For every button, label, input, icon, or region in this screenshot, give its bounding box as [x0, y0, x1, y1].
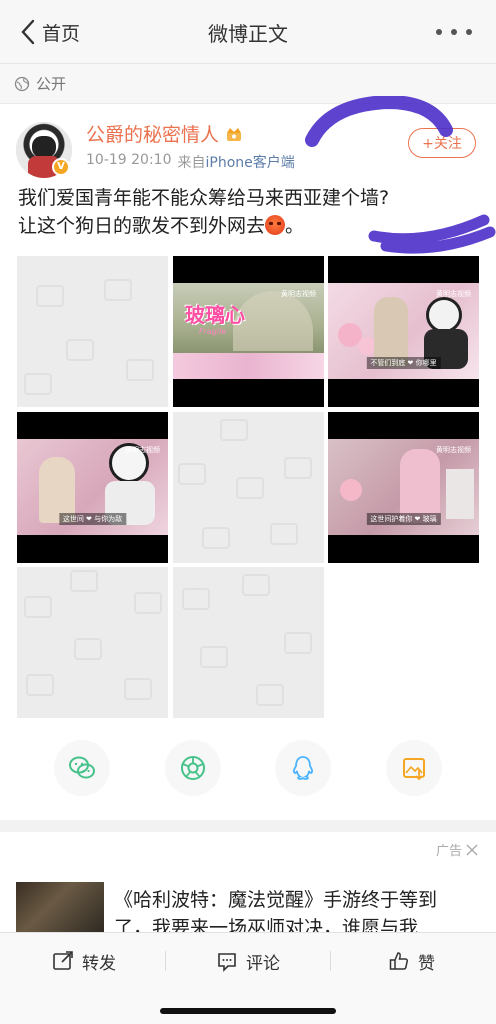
- save-image-button[interactable]: [386, 740, 442, 796]
- verified-badge-icon: V: [52, 158, 70, 176]
- image-grid: 玻璃心 Fragile 黄明志视频 黄明志视频 不管们到底 ❤ 你哪里 黄明志视…: [17, 256, 479, 718]
- image-placeholder-icon: [24, 279, 154, 395]
- page-title: 微博正文: [208, 22, 288, 46]
- divider: [165, 951, 166, 971]
- image-placeholder[interactable]: [173, 412, 324, 563]
- image-placeholder-icon: [182, 574, 312, 706]
- like-label: 赞: [418, 953, 435, 974]
- comment-button[interactable]: 评论: [216, 947, 280, 975]
- image-placeholder[interactable]: [17, 567, 168, 718]
- video-caption: 这世间护着你 ❤ 玻璃: [366, 513, 441, 525]
- video-frame-2[interactable]: 黄明志视频 不管们到底 ❤ 你哪里: [328, 256, 479, 407]
- video-watermark: 黄明志视频: [281, 290, 316, 298]
- image-placeholder-icon: [178, 419, 312, 549]
- image-placeholder[interactable]: [173, 567, 324, 718]
- post-source[interactable]: iPhone客户端: [205, 152, 294, 172]
- visibility-label: 公开: [36, 75, 67, 93]
- post-text-line2: 让这个狗日的歌发不到外网去。: [18, 215, 305, 237]
- repost-icon: [53, 951, 73, 970]
- video-watermark: 黄明志视频: [125, 446, 160, 454]
- dot-icon: [466, 29, 472, 35]
- save-image-icon: [403, 758, 425, 781]
- weibo-post: V 公爵的秘密情人 10-19 20:10 来自 iPhone客户端 +关注 我…: [0, 96, 496, 820]
- video-title-text: 玻璃心: [185, 303, 245, 327]
- angry-face-emoji-icon: [265, 215, 286, 235]
- username-text: 公爵的秘密情人: [86, 124, 220, 146]
- image-placeholder-icon: [24, 570, 162, 700]
- moments-icon: [181, 756, 205, 780]
- video-caption: 不管们到底 ❤ 你哪里: [366, 357, 441, 369]
- post-text-line1: 我们爱国青年能不能众筹给马来西亚建个墙?: [18, 187, 390, 209]
- dot-icon: [451, 29, 457, 35]
- share-qq-button[interactable]: [275, 740, 331, 796]
- ad-thumbnail[interactable]: [16, 882, 104, 938]
- bottom-action-bar: 转发 评论 赞: [0, 932, 496, 1024]
- divider: [330, 951, 331, 971]
- share-moments-button[interactable]: [165, 740, 221, 796]
- ad-card[interactable]: 广告 《哈利波特：魔法觉醒》手游终于等到 了，我要来一场巫师对决，谁愿与我: [0, 832, 496, 939]
- video-frame-4[interactable]: 黄明志视频 这世间护着你 ❤ 玻璃: [328, 412, 479, 563]
- public-globe-icon: [14, 76, 30, 91]
- like-button[interactable]: 赞: [388, 947, 435, 975]
- qq-icon: [293, 756, 313, 780]
- source-prefix: 来自: [177, 155, 206, 171]
- share-wechat-button[interactable]: [54, 740, 110, 796]
- video-caption: 这世间 ❤ 与你为敌: [58, 513, 127, 525]
- more-options-button[interactable]: [436, 18, 472, 46]
- video-frame-3[interactable]: 黄明志视频 这世间 ❤ 与你为敌: [17, 412, 168, 563]
- section-divider: [0, 820, 496, 832]
- share-row: [0, 740, 496, 800]
- wechat-icon: [69, 756, 95, 779]
- video-watermark: 黄明志视频: [436, 446, 471, 454]
- repost-button[interactable]: 转发: [52, 947, 116, 975]
- username[interactable]: 公爵的秘密情人: [86, 120, 243, 147]
- ad-tag[interactable]: 广告: [436, 840, 478, 859]
- video-subtitle-text: Fragile: [199, 327, 227, 336]
- ad-label: 广告: [435, 844, 462, 859]
- thumbs-up-icon: [389, 952, 409, 970]
- ad-text-line1: 《哈利波特：魔法觉醒》手游终于等到: [114, 889, 438, 911]
- comment-label: 评论: [246, 953, 280, 974]
- comment-icon: [218, 953, 236, 972]
- follow-button[interactable]: +关注: [408, 128, 476, 158]
- repost-label: 转发: [82, 953, 116, 974]
- visibility-bar: 公开: [0, 64, 496, 104]
- post-time: 10-19 20:10: [86, 152, 172, 168]
- dot-icon: [436, 29, 442, 35]
- post-text: 我们爱国青年能不能众筹给马来西亚建个墙? 让这个狗日的歌发不到外网去。: [18, 184, 478, 240]
- home-indicator: [160, 1008, 336, 1014]
- post-meta: 10-19 20:10 来自 iPhone客户端: [86, 152, 295, 172]
- close-icon: [466, 844, 478, 855]
- video-frame-1[interactable]: 玻璃心 Fragile 黄明志视频: [173, 256, 324, 407]
- top-nav-bar: 首页 微博正文: [0, 0, 496, 64]
- video-watermark: 黄明志视频: [436, 290, 471, 298]
- image-placeholder[interactable]: [17, 256, 168, 407]
- vip-crown-icon: [227, 127, 242, 141]
